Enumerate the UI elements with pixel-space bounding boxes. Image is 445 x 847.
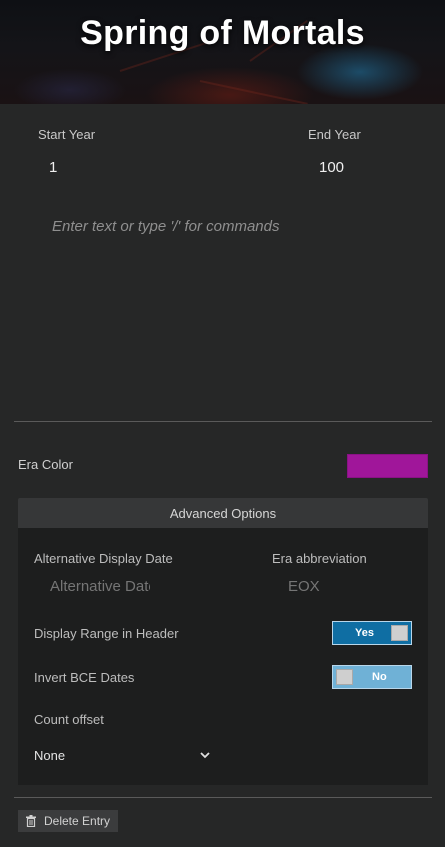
section-divider	[14, 421, 432, 422]
advanced-options-header[interactable]: Advanced Options	[18, 498, 428, 528]
start-year-input[interactable]	[49, 159, 169, 176]
footer-divider	[14, 797, 432, 798]
count-offset-select[interactable]: None	[34, 744, 212, 766]
display-range-toggle[interactable]: Yes	[332, 621, 412, 645]
era-color-swatch[interactable]	[347, 454, 428, 478]
era-color-label: Era Color	[18, 457, 73, 472]
display-range-label: Display Range in Header	[34, 626, 179, 641]
delete-entry-button[interactable]: Delete Entry	[18, 810, 118, 832]
description-editor[interactable]: Enter text or type '/' for commands	[52, 218, 279, 235]
header-banner: Spring of Mortals	[0, 0, 445, 104]
count-offset-label: Count offset	[34, 712, 104, 727]
page-title: Spring of Mortals	[80, 14, 365, 52]
toggle-state-label: Yes	[355, 627, 374, 639]
chevron-down-icon	[198, 748, 212, 762]
invert-bce-toggle[interactable]: No	[332, 665, 412, 689]
toggle-knob	[336, 669, 353, 685]
toggle-state-label: No	[372, 671, 387, 683]
trash-icon	[26, 815, 36, 828]
start-year-label: Start Year	[38, 127, 96, 142]
era-abbreviation-label: Era abbreviation	[272, 551, 367, 566]
alt-date-label: Alternative Display Date	[34, 551, 173, 566]
end-year-input[interactable]	[319, 159, 419, 176]
count-offset-value: None	[34, 747, 66, 763]
era-abbreviation-input[interactable]	[288, 578, 398, 595]
end-year-label: End Year	[308, 127, 361, 142]
invert-bce-label: Invert BCE Dates	[34, 670, 135, 685]
alt-date-input[interactable]	[50, 578, 150, 595]
banner-decoration	[199, 80, 308, 104]
delete-entry-label: Delete Entry	[44, 814, 111, 828]
toggle-knob	[391, 625, 408, 641]
